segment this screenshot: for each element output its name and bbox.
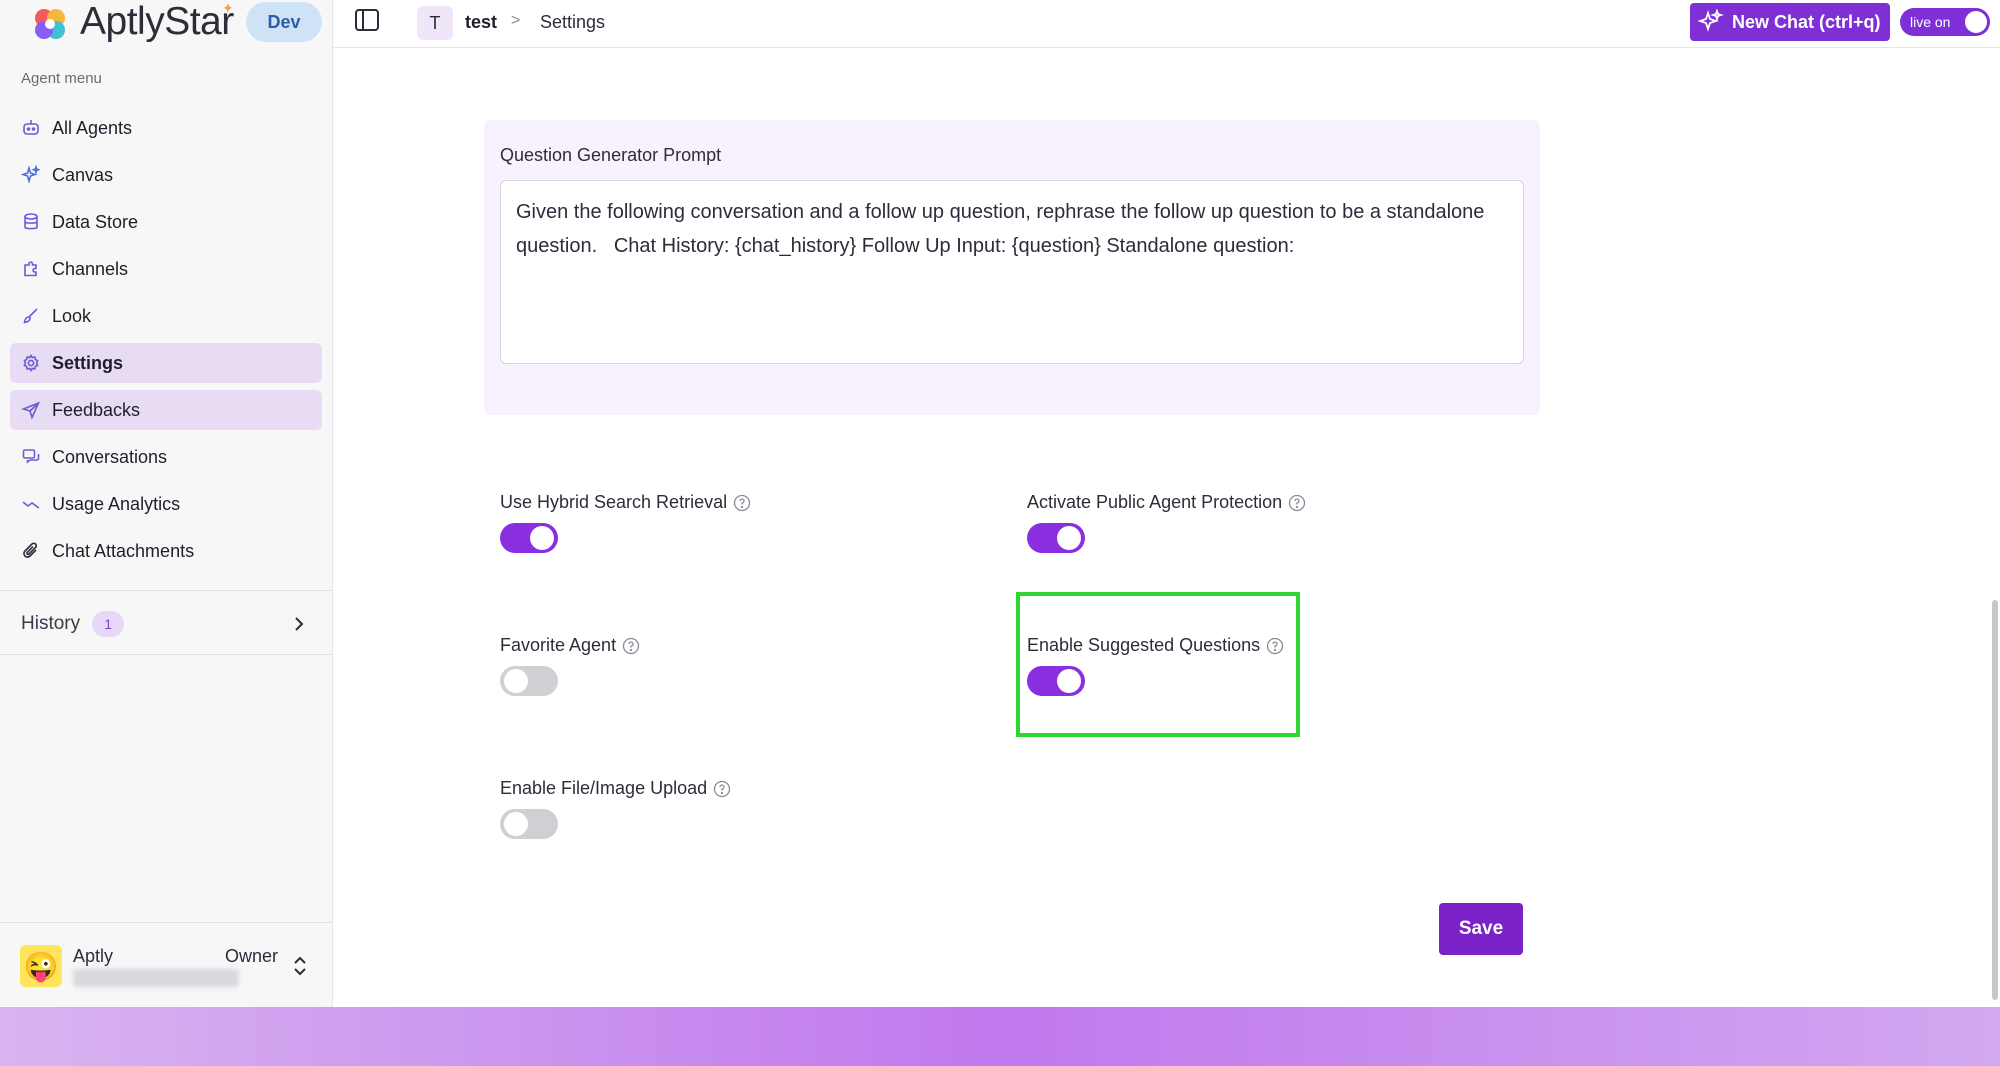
sidebar-item-channels[interactable]: Channels [10,249,322,289]
sidebar-item-data-store[interactable]: Data Store [10,202,322,242]
history-count-badge: 1 [92,611,125,637]
brand-name: AptlyStar [80,0,234,43]
sidebar-item-chat-attachments[interactable]: Chat Attachments [10,531,322,571]
sidebar-item-label: All Agents [52,117,133,138]
sidebar-item-settings[interactable]: Settings [10,343,322,383]
user-role: Owner [225,946,279,966]
user-menu[interactable]: 😜 Aptly Owner [0,922,333,1007]
breadcrumb-separator: > [511,12,521,29]
toggle-knob [504,669,528,693]
file-image-upload-toggle[interactable] [500,809,558,839]
chevron-right-icon [295,617,304,631]
sidebar-item-label: Settings [52,352,124,373]
hybrid-search-toggle[interactable] [500,523,558,553]
trend-icon [20,493,42,515]
history-toggle[interactable]: History 1 [0,598,333,650]
sidebar-item-label: Feedbacks [52,399,141,420]
sidebar: AptlyStar ✦ Dev Agent menu All Agents Ca… [0,0,333,1007]
sidebar-item-look[interactable]: Look [10,296,322,336]
puzzle-icon [20,258,42,280]
chat-icon [20,446,42,468]
user-email-redacted [73,969,239,987]
sidebar-item-label: Canvas [52,164,114,185]
chevron-up-down-icon [294,956,306,976]
public-agent-protection-toggle[interactable] [1027,523,1085,553]
help-icon[interactable] [713,780,731,798]
database-icon [20,211,42,233]
setting-label: Activate Public Agent Protection [1027,492,1283,512]
sparkles-icon [20,164,42,186]
sidebar-item-usage-analytics[interactable]: Usage Analytics [10,484,322,524]
setting-label: Favorite Agent [500,635,617,655]
sidebar-item-conversations[interactable]: Conversations [10,437,322,477]
logo-row: AptlyStar ✦ Dev [0,0,333,46]
sidebar-item-canvas[interactable]: Canvas [10,155,322,195]
setting-favorite-agent: Favorite Agent [500,635,640,696]
new-chat-button[interactable]: New Chat (ctrl+q) [1690,3,1890,41]
sidebar-divider [0,654,333,655]
sidebar-toggle-icon[interactable] [353,6,381,34]
prompt-card: Question Generator Prompt Given the foll… [484,120,1540,415]
sidebar-item-label: Chat Attachments [52,540,195,561]
scrollbar[interactable] [1990,48,2000,1007]
sparkles-icon [1698,9,1724,32]
menu-title: Agent menu [21,70,102,87]
top-header: T test > Settings New Chat (ctrl+q) live… [333,0,2000,48]
sidebar-divider [0,590,333,591]
brand-star-icon: ✦ [222,0,234,16]
toggle-knob [530,526,554,550]
footer-gradient [0,1007,2000,1066]
live-toggle-knob [1965,11,1987,33]
help-icon[interactable] [622,637,640,655]
breadcrumb-page: Settings [540,12,606,32]
gear-icon [20,352,42,374]
paperclip-icon [20,540,42,562]
sidebar-item-label: Data Store [52,211,139,232]
breadcrumb-agent[interactable]: test [465,12,497,33]
agent-menu: All Agents Canvas Data Store Channels Lo… [10,108,322,578]
setting-public-agent-protection: Activate Public Agent Protection [1027,492,1306,553]
setting-file-image-upload: Enable File/Image Upload [500,778,731,839]
prompt-label: Question Generator Prompt [500,145,722,165]
history-label: History [21,613,81,634]
toggle-knob [1057,526,1081,550]
env-badge[interactable]: Dev [246,2,322,42]
agent-avatar: T [417,6,453,40]
save-button[interactable]: Save [1439,903,1523,955]
sidebar-item-feedbacks[interactable]: Feedbacks [10,390,322,430]
setting-label: Use Hybrid Search Retrieval [500,492,728,512]
live-toggle[interactable]: live on [1900,8,1990,36]
toggle-knob [504,812,528,836]
sidebar-item-label: Look [52,305,92,326]
scrollbar-thumb[interactable] [1992,600,1998,1000]
question-generator-prompt-textarea[interactable]: Given the following conversation and a f… [500,180,1524,364]
logo-icon [35,9,65,39]
live-label: live on [1910,14,1951,30]
user-name: Aptly [73,946,114,966]
robot-icon [20,117,42,139]
sidebar-item-all-agents[interactable]: All Agents [10,108,322,148]
setting-label: Enable File/Image Upload [500,778,708,798]
help-icon[interactable] [733,494,751,512]
sidebar-item-label: Usage Analytics [52,493,181,514]
sidebar-item-label: Conversations [52,446,168,467]
help-icon[interactable] [1288,494,1306,512]
paintbrush-icon [20,305,42,327]
highlight-box [1016,592,1300,737]
new-chat-label: New Chat (ctrl+q) [1732,11,1881,32]
avatar: 😜 [20,945,62,987]
favorite-agent-toggle[interactable] [500,666,558,696]
sidebar-item-label: Channels [52,258,129,279]
setting-hybrid-search: Use Hybrid Search Retrieval [500,492,751,553]
send-icon [20,399,42,421]
